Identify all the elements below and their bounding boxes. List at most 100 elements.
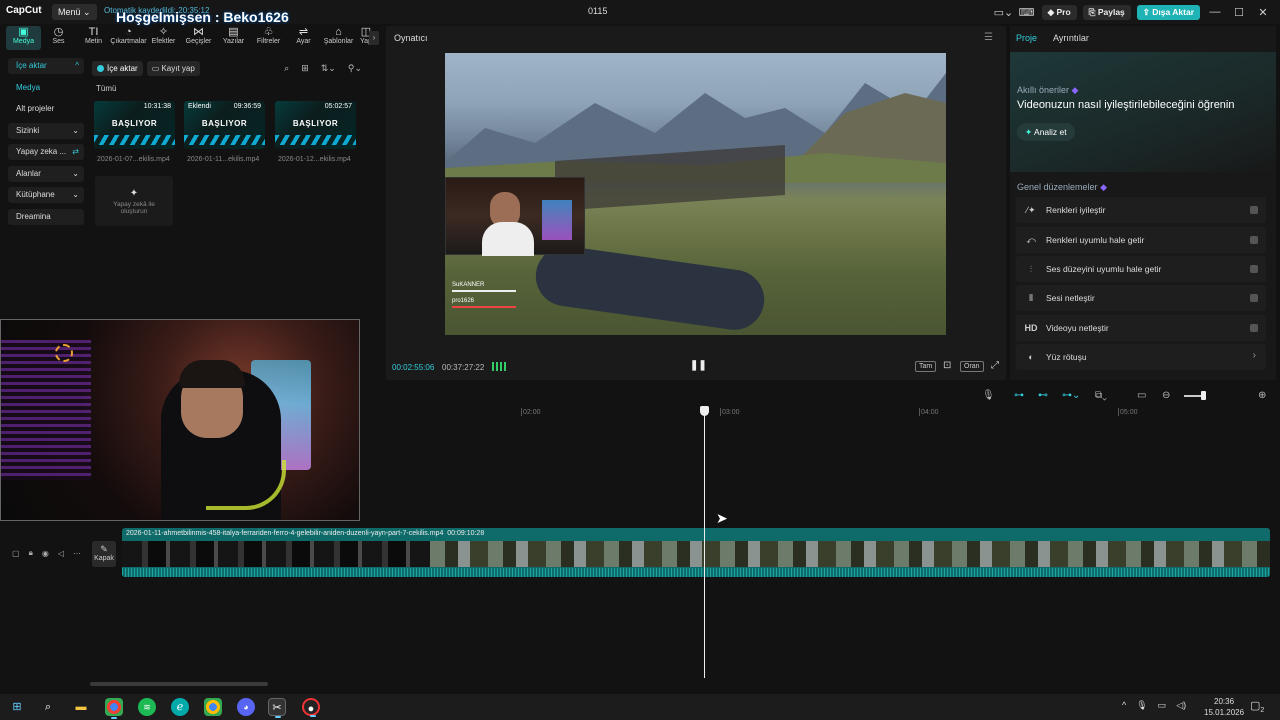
tab-effects[interactable]: ✧ Efektler [146,26,181,50]
tab-filters[interactable]: ♧ Filtreler [251,26,286,50]
capcut-icon[interactable]: ✂ [268,698,286,718]
media-item-thumbnail[interactable]: 09:36:59 Eklendi BAŞLIYOR [184,101,265,149]
file-explorer-icon[interactable]: ▬ [72,698,90,716]
share-button[interactable]: ⎘ Paylaş [1082,4,1131,20]
ratio-button[interactable]: Oran [960,361,984,372]
edge-icon[interactable]: ℯ [171,698,189,716]
project-name[interactable]: 0115 [588,6,607,16]
menu-button[interactable]: Menü ⌄ [52,4,97,20]
crop-icon[interactable]: ⊡ [940,361,954,372]
ai-create-card[interactable]: ✦ Yapay zekâ ile oluşturun [95,176,173,226]
sidebar-item-yours[interactable]: Sizinki ⌄ [8,122,84,139]
pause-icon[interactable]: ❚❚ [690,360,707,371]
tab-audio[interactable]: ◷ Ses [41,26,76,50]
preview-axis-icon[interactable]: ⧉⌄ [1095,390,1107,401]
option-toggle[interactable] [1250,324,1258,332]
tab-project[interactable]: Proje [1016,33,1037,43]
export-button[interactable]: ⇪ Dışa Aktar [1136,4,1200,20]
cover-button[interactable]: ✎ Kapak [92,541,116,567]
pro-button[interactable]: ◆ Pro [1041,4,1077,20]
search-icon[interactable]: ⌕ [284,63,289,74]
more-options-icon[interactable]: ⋯ [73,549,81,558]
minimize-icon[interactable]: — [1206,6,1224,18]
layout-icon[interactable]: ▭⌄ [994,6,1014,19]
chrome-profile-icon[interactable] [204,698,222,716]
sidebar-item-media[interactable]: Medya [8,80,84,96]
magnet-icon[interactable]: ⊷ [1038,390,1048,401]
zoom-slider-handle[interactable] [1201,391,1206,400]
microphone-icon[interactable]: 🎙︎ [982,390,995,401]
player-menu-icon[interactable]: ☰ [984,32,993,43]
media-item-thumbnail[interactable]: 05:02:57 BAŞLIYOR [275,101,356,149]
tab-details[interactable]: Ayrıntılar [1053,33,1089,43]
option-match-volume[interactable]: ⫶ Ses düzeyini uyumlu hale getir [1016,256,1266,282]
analyze-button[interactable]: ✦ Analiz et [1017,123,1075,141]
windows-start-icon[interactable]: ⊞ [8,698,26,716]
chrome-icon[interactable] [105,698,123,719]
link-clips-icon[interactable]: ⊶ [1014,390,1024,401]
sidebar-item-label: Yapay zeka ... [16,147,67,156]
zoom-out-icon[interactable]: ⊖ [1162,390,1170,401]
spotify-icon[interactable]: ≋ [138,698,156,716]
media-item-thumbnail[interactable]: 10:31:38 BAŞLIYOR [94,101,175,149]
close-icon[interactable]: ✕ [1254,6,1272,19]
shortcut-icon[interactable]: ⌨ [1018,6,1036,19]
option-toggle[interactable] [1250,265,1258,273]
sidebar-item-dreamina[interactable]: Dreamina [8,208,84,225]
tab-captions[interactable]: ▤ Yazılar [216,26,251,50]
sidebar-item-spaces[interactable]: Alanlar ⌄ [8,165,84,182]
media-sidebar: İçe aktar ^ Medya Alt projeler Sizinki ⌄ Y… [8,58,84,230]
sidebar-item-subprojects[interactable]: Alt projeler [8,101,84,117]
caption-icon[interactable]: ▭ [1137,390,1146,401]
sidebar-item-ai[interactable]: Yapay zeka ... ⇄ [8,144,84,160]
pc-lights-shape [542,200,572,240]
clip-dark-frames [122,541,430,567]
zoom-fit-icon[interactable]: ⊕ [1258,390,1266,401]
timeline-scrollbar[interactable] [90,682,268,686]
microphone-icon[interactable]: 🎙︎ [1136,700,1147,711]
lock-icon[interactable]: 🔒︎ [29,548,33,558]
option-toggle[interactable] [1250,206,1258,214]
media-filter-all[interactable]: Tümü [96,84,116,93]
sort-icon[interactable]: ⇅⌄ [321,63,336,74]
tab-stickers[interactable]: ◔ Çıkartmalar [110,26,146,50]
option-face-retouch[interactable]: ◐ Yüz rötuşu › [1016,344,1266,370]
tab-text[interactable]: TI Metin [76,26,111,50]
record-button[interactable]: ▭ Kayıt yap [146,60,200,76]
option-match-colors[interactable]: ⤺ Renkleri uyumlu hale getir [1016,227,1266,253]
search-icon[interactable]: ⌕ [39,698,57,716]
snap-icon[interactable]: ⊶⌄ [1062,390,1080,401]
track-select-icon[interactable]: ▢ [12,549,20,558]
grid-view-icon[interactable]: ⊞ [301,63,309,74]
eye-icon[interactable]: ◉ [42,549,49,558]
maximize-icon[interactable]: ☐ [1230,6,1248,19]
chevron-up-icon[interactable]: ^ [1122,700,1126,711]
sidebar-item-library[interactable]: Kütüphane ⌄ [8,187,84,203]
import-button[interactable]: İçe aktar [92,60,143,76]
option-enhance-colors[interactable]: ⁄✦ Renkleri iyileştir [1016,197,1266,223]
tab-templates[interactable]: ⌂ Şablonlar [321,26,356,50]
toolbar-scroll-right-icon[interactable]: › [369,31,379,45]
tab-media[interactable]: ▣ Medya [6,26,41,50]
full-quality-button[interactable]: Tam [915,361,937,372]
network-icon[interactable]: ▭ [1158,700,1167,711]
tab-adjust[interactable]: ⇌ Ayar [286,26,321,50]
notification-icon[interactable]: ▢2 [1250,699,1264,714]
option-enhance-voice[interactable]: ⫴ Sesi netleştir [1016,285,1266,311]
fullscreen-icon[interactable]: ⤢ [988,361,1002,372]
option-enhance-video[interactable]: HD Videoyu netleştir [1016,315,1266,341]
playhead-handle[interactable] [700,406,709,416]
playhead[interactable] [704,412,705,678]
shirt-shape [482,222,534,256]
discord-icon[interactable]: ◕ [237,698,255,716]
filter-icon[interactable]: ⚲⌄ [348,63,362,74]
taskbar-clock[interactable]: 20:36 15.01.2026 [1204,696,1244,718]
option-toggle[interactable] [1250,294,1258,302]
in-video-facecam [445,177,585,256]
tab-transitions[interactable]: ⋈ Geçişler [181,26,216,50]
option-toggle[interactable] [1250,236,1258,244]
obs-icon[interactable]: ● [302,698,320,717]
sidebar-item-import[interactable]: İçe aktar ^ [8,58,84,74]
speaker-icon[interactable]: ◁) [1176,700,1186,711]
speaker-icon[interactable]: ◁ [58,549,64,558]
